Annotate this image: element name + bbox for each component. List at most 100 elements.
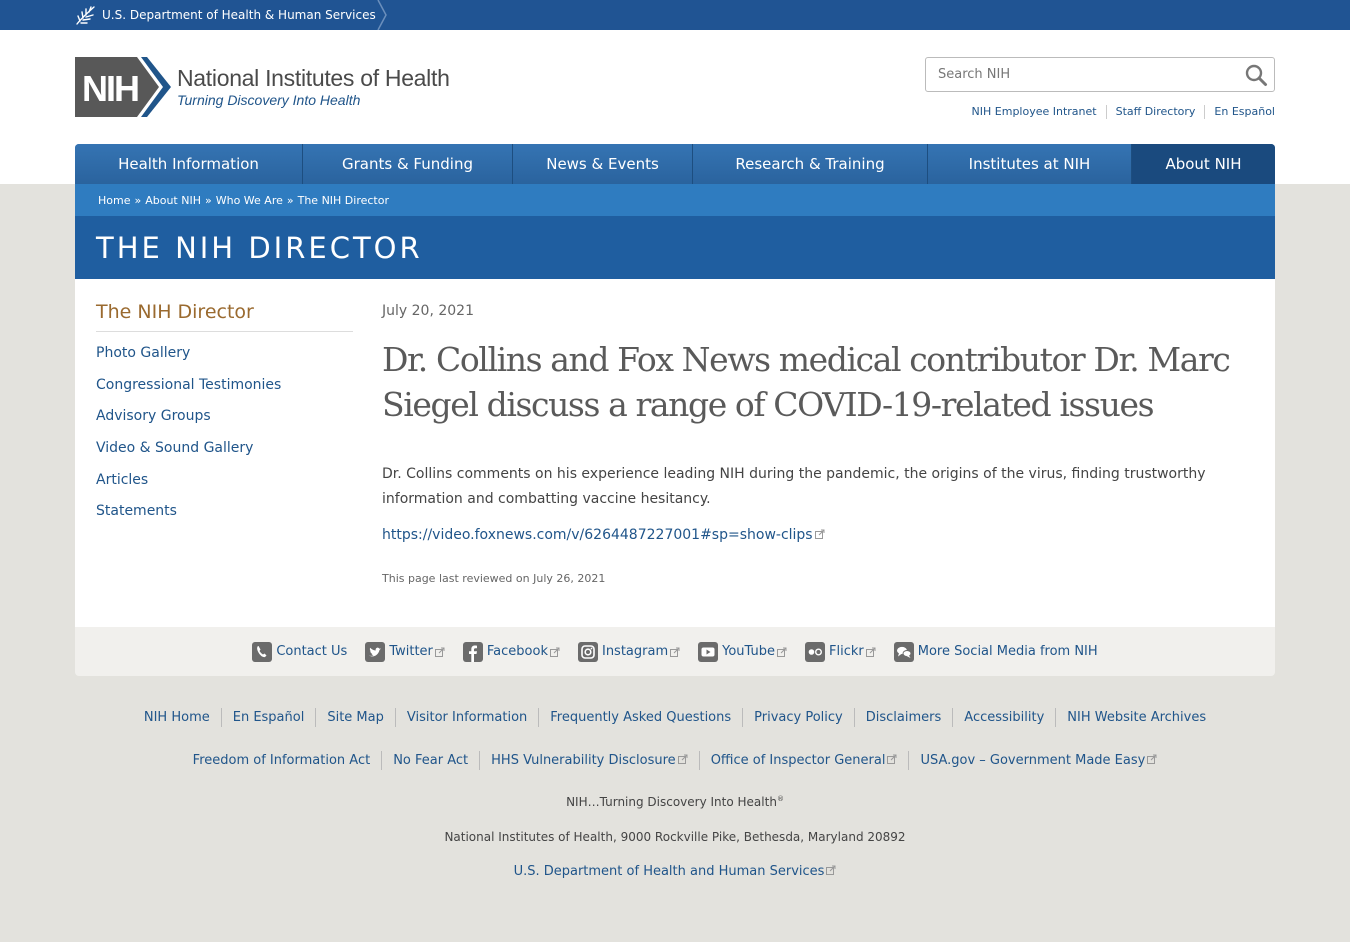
footer-tagline: NIH…Turning Discovery Into Health® bbox=[75, 795, 1275, 809]
footer-privacy-policy[interactable]: Privacy Policy bbox=[742, 708, 854, 727]
nav-institutes-at-nih[interactable]: Institutes at NIH bbox=[928, 144, 1132, 184]
search-icon[interactable] bbox=[1244, 63, 1268, 87]
social-label: More Social Media from NIH bbox=[917, 644, 1098, 659]
social-label: Contact Us bbox=[276, 644, 348, 659]
footer-usa-gov[interactable]: USA.gov – Government Made Easy bbox=[908, 751, 1168, 770]
video-link-text: https://video.foxnews.com/v/626448722700… bbox=[382, 527, 813, 543]
breadcrumb-separator: » bbox=[286, 193, 294, 207]
footer-tagline-text: NIH…Turning Discovery Into Health bbox=[566, 795, 777, 809]
footer-no-fear-act[interactable]: No Fear Act bbox=[381, 751, 479, 770]
page-title: THE NIH DIRECTOR bbox=[96, 230, 423, 265]
chat-bubbles-icon bbox=[893, 641, 914, 662]
social-flickr[interactable]: Flickr bbox=[805, 641, 876, 662]
footer-faq[interactable]: Frequently Asked Questions bbox=[538, 708, 742, 727]
sidebar-item-statements[interactable]: Statements bbox=[96, 503, 177, 519]
social-contact-us[interactable]: Contact Us bbox=[252, 641, 348, 662]
hhs-link[interactable]: U.S. Department of Health & Human Servic… bbox=[75, 0, 376, 30]
sidebar: The NIH Director Photo Gallery Congressi… bbox=[96, 301, 353, 535]
article-date: July 20, 2021 bbox=[382, 303, 474, 319]
social-bar: Contact Us Twitter Facebook Instagram Yo… bbox=[75, 627, 1275, 676]
footer-link-text: Office of Inspector General bbox=[710, 753, 886, 768]
footer-accessibility[interactable]: Accessibility bbox=[952, 708, 1055, 727]
social-instagram[interactable]: Instagram bbox=[577, 641, 680, 662]
footer-link-text: HHS Vulnerability Disclosure bbox=[491, 753, 676, 768]
footer-hhs-link[interactable]: U.S. Department of Health and Human Serv… bbox=[75, 864, 1275, 879]
social-label: YouTube bbox=[722, 644, 775, 659]
sidebar-item-advisory-groups[interactable]: Advisory Groups bbox=[96, 408, 211, 424]
article-headline: Dr. Collins and Fox News medical contrib… bbox=[382, 340, 1231, 424]
sidebar-item-congressional-testimonies[interactable]: Congressional Testimonies bbox=[96, 377, 281, 393]
hhs-chevron-icon bbox=[377, 0, 387, 30]
nav-health-information[interactable]: Health Information bbox=[75, 144, 303, 184]
social-label: Flickr bbox=[829, 644, 864, 659]
social-label: Facebook bbox=[486, 644, 548, 659]
sidebar-item-video-sound-gallery[interactable]: Video & Sound Gallery bbox=[96, 440, 253, 456]
external-link-icon bbox=[777, 647, 787, 657]
nih-logo[interactable]: NIH National Institutes of Health Turnin… bbox=[75, 57, 450, 117]
footer-hhs-text: U.S. Department of Health and Human Serv… bbox=[513, 864, 825, 879]
social-youtube[interactable]: YouTube bbox=[698, 641, 787, 662]
external-link-icon bbox=[434, 647, 445, 657]
social-twitter[interactable]: Twitter bbox=[365, 641, 445, 662]
nih-logo-mark-icon: NIH bbox=[75, 57, 171, 117]
external-link-icon bbox=[826, 865, 836, 875]
external-link-icon bbox=[549, 647, 560, 657]
footer-inspector-general[interactable]: Office of Inspector General bbox=[698, 751, 909, 770]
footer-hhs-vulnerability[interactable]: HHS Vulnerability Disclosure bbox=[479, 751, 699, 770]
instagram-icon bbox=[577, 641, 598, 662]
footer-foia[interactable]: Freedom of Information Act bbox=[182, 751, 382, 770]
footer-links-secondary: Freedom of Information Act No Fear Act H… bbox=[75, 751, 1275, 770]
search-box bbox=[925, 57, 1275, 92]
video-link[interactable]: https://video.foxnews.com/v/626448722700… bbox=[382, 527, 1262, 543]
footer-website-archives[interactable]: NIH Website Archives bbox=[1055, 708, 1217, 727]
article-summary: Dr. Collins comments on his experience l… bbox=[382, 466, 1206, 507]
sidebar-list: Photo Gallery Congressional Testimonies … bbox=[96, 345, 353, 535]
article: July 20, 2021 Dr. Collins and Fox News m… bbox=[382, 303, 1262, 585]
footer-links-primary: NIH Home En Español Site Map Visitor Inf… bbox=[75, 708, 1275, 727]
footer-visitor-information[interactable]: Visitor Information bbox=[394, 708, 538, 727]
sidebar-item-photo-gallery[interactable]: Photo Gallery bbox=[96, 345, 190, 361]
breadcrumb-about-nih[interactable]: About NIH bbox=[145, 194, 201, 207]
site-header: NIH National Institutes of Health Turnin… bbox=[0, 30, 1350, 184]
footer-link-text: USA.gov – Government Made Easy bbox=[920, 753, 1146, 768]
external-link-icon bbox=[887, 754, 897, 764]
en-espanol-link[interactable]: En Español bbox=[1204, 105, 1275, 119]
breadcrumb-current: The NIH Director bbox=[297, 193, 389, 207]
page-banner: THE NIH DIRECTOR bbox=[75, 216, 1275, 279]
search-input[interactable] bbox=[926, 58, 1226, 91]
staff-directory-link[interactable]: Staff Directory bbox=[1105, 105, 1205, 119]
sidebar-title: The NIH Director bbox=[96, 301, 353, 332]
nav-grants-funding[interactable]: Grants & Funding bbox=[303, 144, 513, 184]
nav-news-events[interactable]: News & Events bbox=[513, 144, 693, 184]
social-facebook[interactable]: Facebook bbox=[462, 641, 560, 662]
breadcrumb: Home » About NIH » Who We Are » The NIH … bbox=[75, 184, 1275, 216]
social-label: Twitter bbox=[389, 644, 433, 659]
footer-disclaimers[interactable]: Disclaimers bbox=[853, 708, 953, 727]
nav-about-nih[interactable]: About NIH bbox=[1132, 144, 1275, 184]
content-area: The NIH Director Photo Gallery Congressi… bbox=[75, 279, 1275, 627]
facebook-icon bbox=[462, 641, 483, 662]
social-more[interactable]: More Social Media from NIH bbox=[893, 641, 1098, 662]
external-link-icon bbox=[865, 647, 876, 657]
employee-intranet-link[interactable]: NIH Employee Intranet bbox=[963, 105, 1106, 119]
external-link-icon bbox=[677, 754, 688, 764]
hhs-label: U.S. Department of Health & Human Servic… bbox=[102, 8, 376, 22]
external-link-icon bbox=[670, 647, 680, 657]
hhs-bar: U.S. Department of Health & Human Servic… bbox=[0, 0, 1350, 30]
utility-links: NIH Employee Intranet Staff Directory En… bbox=[963, 105, 1275, 119]
external-link-icon bbox=[814, 529, 825, 539]
breadcrumb-who-we-are[interactable]: Who We Are bbox=[216, 194, 283, 207]
last-reviewed: This page last reviewed on July 26, 2021 bbox=[382, 572, 606, 585]
logo-title: National Institutes of Health bbox=[177, 65, 450, 91]
social-label: Instagram bbox=[601, 644, 669, 659]
breadcrumb-home[interactable]: Home bbox=[98, 194, 130, 207]
sidebar-item-articles[interactable]: Articles bbox=[96, 472, 148, 488]
breadcrumb-separator: » bbox=[134, 193, 142, 207]
footer-en-espanol[interactable]: En Español bbox=[220, 708, 316, 727]
footer-nih-home[interactable]: NIH Home bbox=[133, 708, 221, 727]
footer-site-map[interactable]: Site Map bbox=[315, 708, 395, 727]
registered-mark: ® bbox=[776, 795, 784, 803]
main-nav: Health Information Grants & Funding News… bbox=[75, 144, 1275, 184]
hhs-eagle-icon bbox=[76, 6, 95, 25]
nav-research-training[interactable]: Research & Training bbox=[693, 144, 928, 184]
